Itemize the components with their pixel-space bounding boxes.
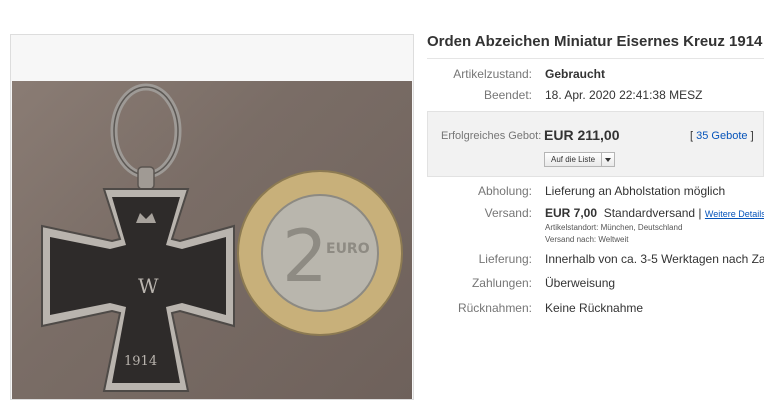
pickup-value: Lieferung an Abholstation möglich [545,184,726,198]
shipping-method: Standardversand | [603,206,702,220]
ended-row: Beendet: 18. Apr. 2020 22:41:38 MESZ [427,88,764,108]
winning-bid-label: Erfolgreiches Gebot: [441,130,542,142]
image-panel: W 1914 2 EURO [10,34,414,400]
product-photo[interactable]: W 1914 2 EURO [12,81,412,399]
ended-value: 18. Apr. 2020 22:41:38 MESZ [545,88,703,102]
item-location: Artikelstandort: München, Deutschland [545,223,683,232]
returns-row: Rücknahmen: Keine Rücknahme [427,301,764,321]
bid-count-close: ] [750,130,754,142]
delivery-row: Lieferung: Innerhalb von ca. 3-5 Werktag… [427,252,764,272]
payment-label: Zahlungen: [471,276,532,290]
winning-bid-price: EUR 211,00 [544,127,620,143]
shipping-details-link[interactable]: Weitere Details [705,209,764,219]
pickup-label: Abholung: [477,184,532,198]
coin-text: EURO [326,241,370,257]
bid-count: [ 35 Gebote ] [690,130,754,142]
photo-illustration: W 1914 2 EURO [41,83,403,392]
condition-label: Artikelzustand: [453,67,532,81]
coin-value: 2 [282,214,328,298]
shipping-price: EUR 7,00 [545,206,598,220]
bid-count-open: [ [690,130,694,142]
condition-row: Artikelzustand: Gebraucht [427,67,764,87]
returns-value: Keine Rücknahme [545,301,644,315]
item-title: Orden Abzeichen Miniatur Eisernes Kreuz … [427,33,763,50]
delivery-value: Innerhalb von ca. 3-5 Werktagen nach Zah… [545,252,764,266]
title-divider [427,58,764,59]
delivery-label: Lieferung: [478,252,532,266]
payment-value: Überweisung [545,276,616,290]
shipping-label: Versand: [484,206,532,220]
cross-year: 1914 [124,354,157,369]
returns-label: Rücknahmen: [457,301,532,315]
pickup-row: Abholung: Lieferung an Abholstation mögl… [427,184,764,204]
bid-history-link[interactable]: 35 Gebote [696,130,747,142]
payment-row: Zahlungen: Überweisung [427,276,764,296]
add-to-watchlist-button[interactable]: Auf die Liste [544,152,616,167]
cross-letter: W [138,274,159,298]
chevron-down-icon[interactable] [601,153,614,166]
watch-button-label: Auf die Liste [551,155,596,164]
shipping-line: EUR 7,00 Standardversand | Weitere Detai… [545,206,764,220]
ships-to: Versand nach: Weltweit [545,235,629,244]
ended-label: Beendet: [483,88,532,102]
condition-value: Gebraucht [545,67,606,81]
bid-box: Erfolgreiches Gebot: EUR 211,00 [ 35 Geb… [427,111,764,177]
